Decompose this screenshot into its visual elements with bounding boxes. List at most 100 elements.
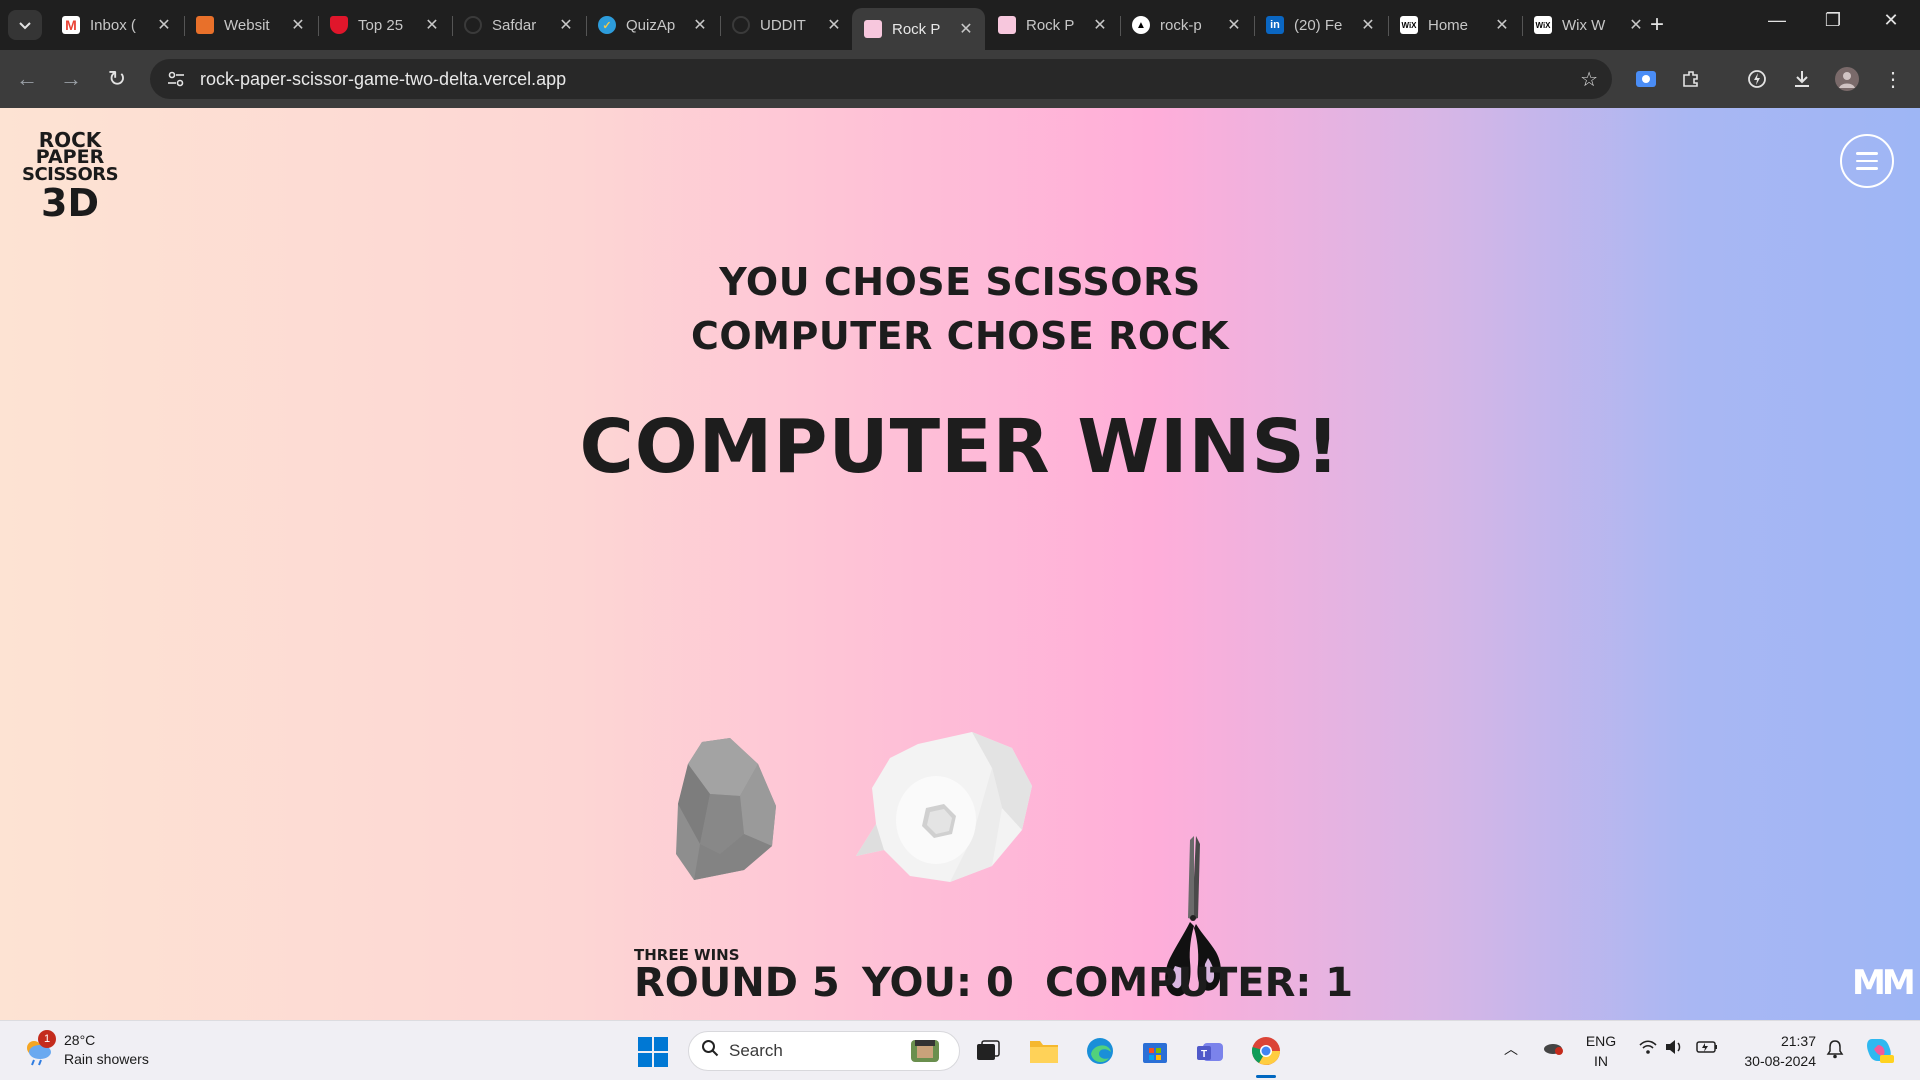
close-icon[interactable]: ✕ bbox=[155, 15, 173, 35]
weather-temperature: 28°C bbox=[64, 1032, 96, 1048]
vercel-icon: ▲ bbox=[1132, 16, 1150, 34]
game-page: ROCK PAPER SCISSORS 3D YOU CHOSE SCISSOR… bbox=[0, 108, 1920, 1020]
window-close-icon[interactable]: ✕ bbox=[1876, 10, 1906, 31]
show-hidden-icons[interactable]: ︿ bbox=[1504, 1039, 1518, 1059]
profile-avatar[interactable] bbox=[1834, 66, 1860, 92]
tab-rock-paper-active[interactable]: Rock P ✕ bbox=[852, 8, 985, 50]
rock-choice[interactable] bbox=[670, 734, 780, 884]
round-result-text: COMPUTER WINS! bbox=[579, 404, 1341, 490]
grid-icon bbox=[196, 16, 214, 34]
system-clock[interactable]: 21:37 30-08-2024 bbox=[1740, 1031, 1816, 1071]
microsoft-store-icon[interactable] bbox=[1137, 1033, 1173, 1069]
github-icon bbox=[464, 16, 482, 34]
chrome-icon[interactable] bbox=[1248, 1033, 1284, 1069]
tab-title: rock-p bbox=[1160, 16, 1202, 34]
tab-wix-home[interactable]: WiX Home ✕ bbox=[1388, 8, 1521, 42]
site-settings-icon[interactable] bbox=[164, 67, 188, 91]
restore-icon[interactable]: ❐ bbox=[1818, 10, 1848, 31]
close-icon[interactable]: ✕ bbox=[289, 15, 307, 35]
close-icon[interactable]: ✕ bbox=[1627, 15, 1645, 35]
tab-title: Home bbox=[1428, 16, 1469, 34]
minimize-icon[interactable]: — bbox=[1762, 10, 1792, 31]
close-icon[interactable]: ✕ bbox=[557, 15, 575, 35]
performance-icon[interactable] bbox=[1744, 66, 1770, 92]
weather-description: Rain showers bbox=[64, 1051, 149, 1067]
address-bar[interactable]: rock-paper-scissor-game-two-delta.vercel… bbox=[150, 59, 1612, 99]
browser-toolbar: ← → ↻ rock-paper-scissor-game-two-delta.… bbox=[0, 50, 1920, 108]
rps-icon bbox=[998, 16, 1016, 34]
tab-title: (20) Fe bbox=[1294, 16, 1343, 34]
notification-bell-icon[interactable] bbox=[1826, 1039, 1844, 1062]
windows-start-button[interactable] bbox=[638, 1037, 668, 1067]
close-icon[interactable]: ✕ bbox=[957, 19, 975, 39]
taskbar-search[interactable]: Search bbox=[688, 1031, 960, 1071]
forward-button[interactable]: → bbox=[56, 64, 86, 94]
file-explorer-icon[interactable] bbox=[1026, 1033, 1062, 1069]
menu-bar bbox=[1856, 167, 1878, 170]
windows-taskbar: 1 28°C Rain showers Search T ︿ ENG IN 21… bbox=[0, 1020, 1920, 1080]
weather-widget[interactable]: 1 28°C Rain showers bbox=[22, 1030, 149, 1069]
battery-icon[interactable] bbox=[1696, 1039, 1718, 1058]
tab-search-button[interactable] bbox=[8, 10, 42, 40]
download-icon[interactable] bbox=[1789, 66, 1815, 92]
reload-button[interactable]: ↻ bbox=[102, 64, 132, 94]
region-code: IN bbox=[1594, 1053, 1608, 1069]
tab-top25[interactable]: Top 25 ✕ bbox=[318, 8, 451, 42]
tab-website[interactable]: Websit ✕ bbox=[184, 8, 317, 42]
linkedin-icon: in bbox=[1266, 16, 1284, 34]
logo-line-3d: 3D bbox=[41, 181, 99, 225]
tab-gmail[interactable]: M Inbox ( ✕ bbox=[50, 8, 183, 42]
clock-time: 21:37 bbox=[1780, 1033, 1816, 1049]
computer-choice-text: COMPUTER CHOSE ROCK bbox=[690, 314, 1230, 358]
new-tab-button[interactable]: + bbox=[1650, 12, 1664, 38]
screenshot-extension-icon[interactable] bbox=[1633, 66, 1659, 92]
close-icon[interactable]: ✕ bbox=[1493, 15, 1511, 35]
kebab-menu-icon[interactable]: ⋮ bbox=[1880, 66, 1906, 92]
task-view-icon[interactable] bbox=[970, 1033, 1006, 1069]
language-indicator[interactable]: ENG IN bbox=[1584, 1031, 1618, 1071]
close-icon[interactable]: ✕ bbox=[825, 15, 843, 35]
game-logo[interactable]: ROCK PAPER SCISSORS 3D bbox=[22, 130, 119, 225]
tab-title: UDDIT bbox=[760, 16, 806, 34]
footer-brand-logo[interactable]: MM bbox=[1852, 963, 1916, 1003]
edge-browser-icon[interactable] bbox=[1082, 1033, 1118, 1069]
close-icon[interactable]: ✕ bbox=[423, 15, 441, 35]
tab-vercel[interactable]: ▲ rock-p ✕ bbox=[1120, 8, 1253, 42]
teams-icon[interactable]: T bbox=[1192, 1033, 1228, 1069]
computer-score: COMPUTER: 1 bbox=[1045, 960, 1354, 1006]
search-highlight-icon bbox=[911, 1040, 939, 1062]
close-icon[interactable]: ✕ bbox=[1225, 15, 1243, 35]
tab-wix-w[interactable]: WiX Wix W ✕ bbox=[1522, 8, 1655, 42]
hamburger-menu-button[interactable] bbox=[1840, 134, 1894, 188]
active-app-indicator bbox=[1256, 1075, 1276, 1078]
tab-title: Top 25 bbox=[358, 16, 404, 34]
onedrive-icon[interactable] bbox=[1542, 1039, 1564, 1058]
tab-strip: M Inbox ( ✕ Websit ✕ Top 25 ✕ Safdar ✕ ✓… bbox=[0, 0, 1920, 50]
menu-bar bbox=[1856, 152, 1878, 155]
tab-linkedin[interactable]: in (20) Fe ✕ bbox=[1254, 8, 1387, 42]
close-icon[interactable]: ✕ bbox=[1359, 15, 1377, 35]
copilot-icon[interactable] bbox=[1864, 1035, 1894, 1068]
bookmark-star-icon[interactable]: ☆ bbox=[1580, 67, 1598, 92]
svg-text:T: T bbox=[1201, 1049, 1207, 1060]
rps-icon bbox=[864, 20, 882, 38]
clock-date: 30-08-2024 bbox=[1744, 1053, 1816, 1069]
close-icon[interactable]: ✕ bbox=[691, 15, 709, 35]
url-text: rock-paper-scissor-game-two-delta.vercel… bbox=[200, 68, 567, 89]
back-button[interactable]: ← bbox=[12, 64, 42, 94]
extensions-puzzle-icon[interactable] bbox=[1678, 66, 1704, 92]
chevron-down-icon bbox=[19, 22, 31, 30]
tab-title: Safdar bbox=[492, 16, 537, 34]
tab-safdar[interactable]: Safdar ✕ bbox=[452, 8, 585, 42]
quiz-icon: ✓ bbox=[598, 16, 616, 34]
tab-uddit[interactable]: UDDIT ✕ bbox=[720, 8, 853, 42]
paper-choice[interactable] bbox=[852, 728, 1034, 888]
tab-rock-paper[interactable]: Rock P ✕ bbox=[986, 8, 1119, 42]
github-icon bbox=[732, 16, 750, 34]
wix-icon: WiX bbox=[1400, 16, 1418, 34]
volume-icon[interactable] bbox=[1664, 1039, 1684, 1058]
wifi-icon[interactable] bbox=[1638, 1039, 1658, 1058]
close-icon[interactable]: ✕ bbox=[1091, 15, 1109, 35]
search-icon bbox=[701, 1039, 719, 1063]
tab-quizapp[interactable]: ✓ QuizAp ✕ bbox=[586, 8, 719, 42]
